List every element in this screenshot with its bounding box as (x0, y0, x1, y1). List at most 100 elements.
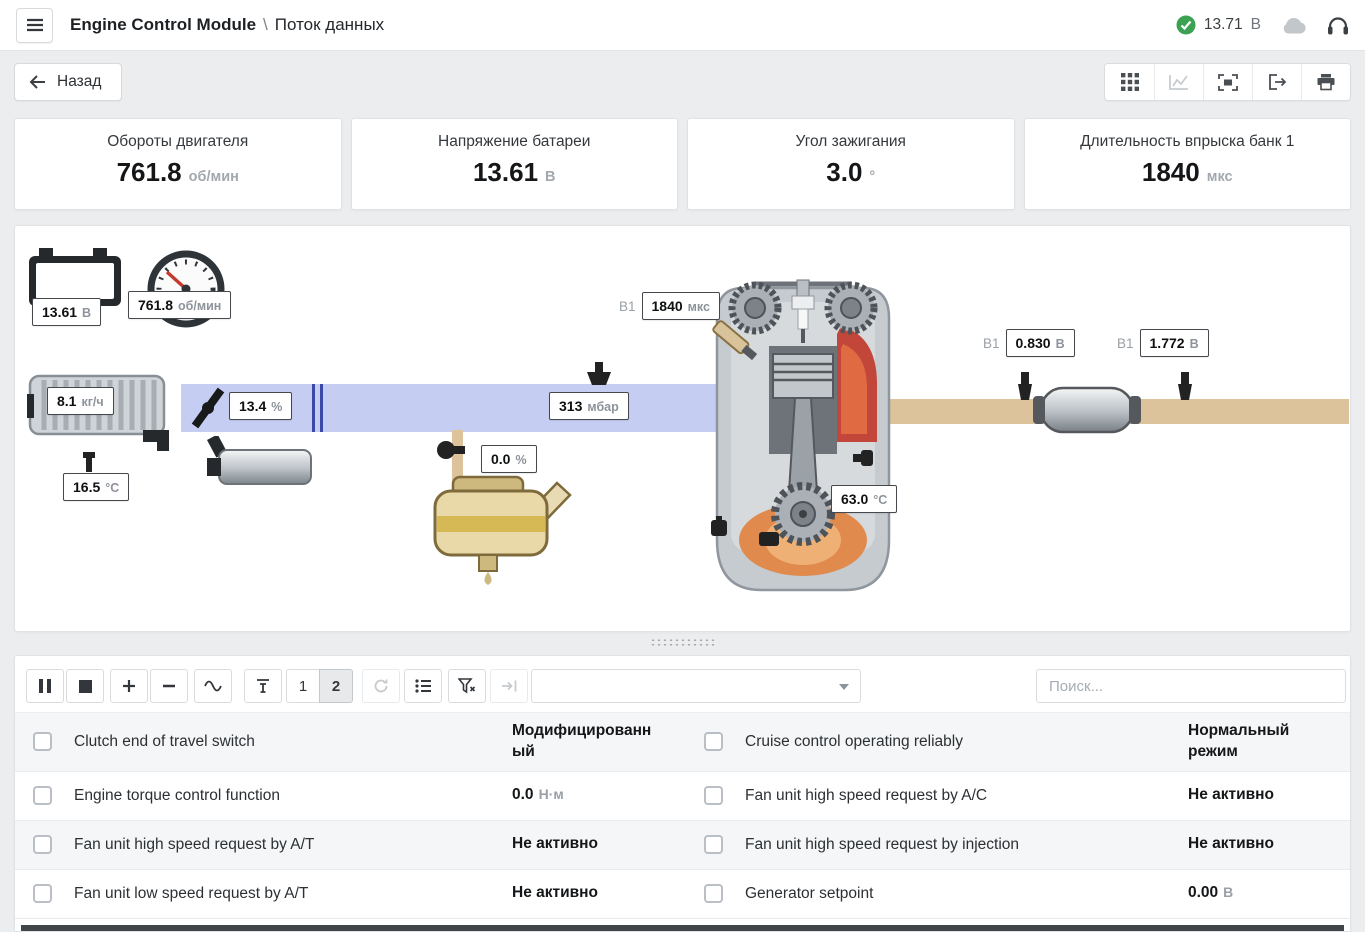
param-value: Не активно (1188, 785, 1338, 806)
metric-value: 3.0 (826, 157, 862, 187)
select-value (532, 670, 556, 686)
param-value: Не активно (1188, 834, 1338, 855)
param-value: Модифицированный (512, 721, 662, 763)
filter-x-icon (458, 678, 476, 694)
back-button-label: Назад (57, 73, 101, 91)
table-cell: Generator setpoint 0.00В (676, 870, 1350, 918)
param-name: Engine torque control function (74, 787, 512, 805)
engine-block-graphic (683, 274, 923, 604)
table-row: Fan unit high speed request by A/T Не ак… (15, 821, 1350, 870)
metric-value: 761.8 (117, 157, 182, 187)
battery-voltage-label: 13.61В (32, 298, 101, 326)
battery-voltage-status-unit: В (1251, 16, 1261, 34)
param-name: Fan unit low speed request by A/T (74, 885, 512, 903)
data-table-panel: 1 2 Clutch end of travel switch Модифици… (14, 655, 1351, 932)
injection-duration-label: B1 1840мкс (619, 292, 720, 320)
param-name: Fan unit high speed request by A/T (74, 836, 512, 854)
param-value: Не активно (512, 834, 662, 855)
panel-splitter (0, 638, 1365, 648)
row-checkbox[interactable] (33, 835, 52, 854)
plus-button[interactable] (110, 669, 148, 703)
signal-view-button[interactable] (194, 669, 232, 703)
align-top-button[interactable] (244, 669, 282, 703)
table-row: Engine torque control function 0.0Н·м Fa… (15, 772, 1350, 821)
metric-title: Длительность впрыска банк 1 (1025, 133, 1351, 151)
battery-voltage-status: 13.71 (1204, 16, 1243, 34)
export-icon (1268, 74, 1287, 90)
clear-filter-button[interactable] (448, 669, 486, 703)
metric-unit: В (545, 169, 555, 185)
page-1-button[interactable]: 1 (286, 669, 320, 703)
row-checkbox[interactable] (33, 884, 52, 903)
metric-card-rpm: Обороты двигателя 761.8об/мин (14, 118, 342, 210)
param-value: Не активно (512, 883, 662, 904)
parameter-group-select[interactable] (531, 669, 861, 703)
page-2-button[interactable]: 2 (319, 669, 353, 703)
metric-value: 1840 (1142, 157, 1200, 187)
o2-sensor-upstream-icon (1015, 372, 1035, 402)
param-name: Clutch end of travel switch (74, 733, 512, 751)
stop-icon (79, 680, 92, 693)
throttle-icon (185, 384, 229, 434)
carbon-canister-icon (419, 474, 579, 586)
hamburger-menu-button[interactable] (16, 8, 53, 43)
arrow-to-bar-icon (501, 679, 518, 693)
search-input[interactable] (1036, 669, 1346, 703)
metric-value: 13.61 (473, 157, 538, 187)
page-title-module: Engine Control Module (70, 15, 256, 34)
table-cell: Fan unit high speed request by A/C Не ак… (676, 772, 1350, 820)
metric-unit: ° (869, 169, 875, 185)
table-row: Fan unit low speed request by A/T Не акт… (15, 870, 1350, 919)
goto-end-button[interactable] (490, 669, 528, 703)
param-name: Fan unit high speed request by injection (745, 836, 1188, 854)
refresh-button[interactable] (362, 669, 400, 703)
param-name: Fan unit high speed request by A/C (745, 787, 1188, 805)
fit-screen-button[interactable] (1203, 64, 1252, 100)
list-view-button[interactable] (404, 669, 442, 703)
headphones-icon[interactable] (1327, 16, 1349, 35)
param-value: 0.0Н·м (512, 785, 662, 806)
metric-title: Напряжение батареи (352, 133, 678, 151)
stop-button[interactable] (66, 669, 104, 703)
table-cell: Fan unit high speed request by injection… (676, 821, 1350, 869)
back-button[interactable]: Назад (14, 63, 122, 101)
export-button[interactable] (1252, 64, 1301, 100)
splitter-handle[interactable] (650, 638, 716, 647)
row-checkbox[interactable] (33, 786, 52, 805)
back-arrow-icon (29, 75, 46, 89)
intake-temp-sensor-icon (81, 452, 97, 472)
page-title: Engine Control Module\Поток данных (70, 15, 384, 35)
chart-view-button[interactable] (1154, 64, 1203, 100)
table-row: Clutch end of travel switch Модифицирова… (15, 713, 1350, 772)
purge-valve-icon (435, 438, 465, 462)
metric-title: Обороты двигателя (15, 133, 341, 151)
minus-icon (162, 684, 176, 688)
grid-view-button[interactable] (1105, 64, 1154, 100)
intake-temp-label: 16.5°C (63, 473, 129, 501)
throttle-plate-mark (320, 384, 323, 432)
row-checkbox[interactable] (704, 732, 723, 751)
minus-button[interactable] (150, 669, 188, 703)
table-cell: Fan unit low speed request by A/T Не акт… (15, 870, 676, 918)
engine-diagram-panel: 13.61В 761.8об/мин 8.1кг/ч 16.5°C 13.4% … (14, 225, 1351, 632)
row-checkbox[interactable] (33, 732, 52, 751)
knock-sensor-icon (853, 450, 873, 466)
param-value: Нормальный режим (1188, 721, 1338, 763)
grid-icon (1121, 73, 1139, 91)
pause-button[interactable] (26, 669, 64, 703)
list-icon (415, 679, 431, 693)
cloud-sync-icon[interactable] (1281, 17, 1307, 34)
row-checkbox[interactable] (704, 884, 723, 903)
purge-valve-label: 0.0% (481, 445, 537, 473)
view-toolbar (1104, 63, 1351, 101)
metric-card-injection: Длительность впрыска банк 1 1840мкс (1024, 118, 1352, 210)
row-checkbox[interactable] (704, 786, 723, 805)
refresh-icon (373, 678, 389, 694)
metric-cards: Обороты двигателя 761.8об/мин Напряжение… (14, 118, 1351, 210)
line-chart-icon (1169, 74, 1189, 90)
wave-icon (204, 680, 222, 692)
cam-sensor-icon (759, 532, 779, 546)
print-button[interactable] (1301, 64, 1350, 100)
plus-icon (122, 679, 136, 693)
row-checkbox[interactable] (704, 835, 723, 854)
